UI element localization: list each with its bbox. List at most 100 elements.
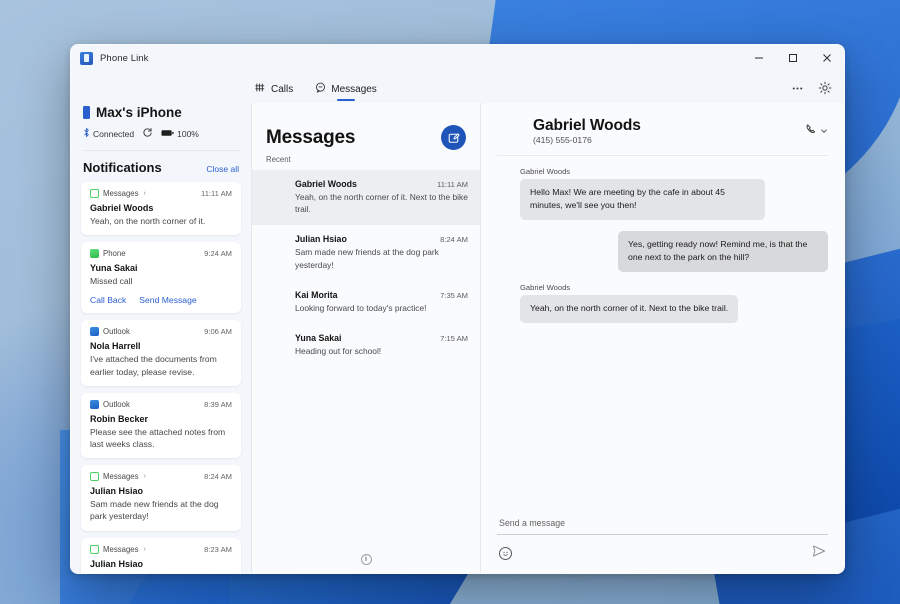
message-input[interactable]: Send a message <box>497 512 828 535</box>
notification-card[interactable]: Outlook 8:39 AM Robin Becker Please see … <box>81 393 241 458</box>
new-message-button[interactable] <box>441 125 466 150</box>
close-all-link[interactable]: Close all <box>206 164 239 174</box>
tab-calls-label: Calls <box>271 84 293 95</box>
notification-text: Missed call <box>90 275 232 287</box>
notification-app-name: Messages <box>103 472 139 481</box>
list-item[interactable]: Julian Hsiao 8:24 AM Sam made new friend… <box>252 225 480 280</box>
messages-list-panel: Messages Recent Gabriel Woods <box>251 103 481 573</box>
conversation-name: Kai Morita <box>295 290 338 300</box>
notification-text: Sam made new friends at the dog park yes… <box>90 498 232 522</box>
notification-time: 9:24 AM <box>204 249 232 258</box>
more-options-icon[interactable] <box>784 76 810 100</box>
message-bubble: Yes, getting ready now! Remind me, is th… <box>618 231 828 272</box>
conversation-name: Julian Hsiao <box>295 234 347 244</box>
avatar <box>264 290 286 312</box>
conversation-time: 8:24 AM <box>434 235 468 244</box>
active-tab-indicator <box>337 99 355 102</box>
notification-time: 8:23 AM <box>204 545 232 554</box>
window-title: Phone Link <box>100 53 149 64</box>
messages-app-icon <box>90 189 99 198</box>
notification-sender: Robin Becker <box>90 414 232 424</box>
message-thread: Gabriel Woods Hello Max! We are meeting … <box>481 156 844 512</box>
notification-sender: Julian Hsiao <box>90 486 232 496</box>
messages-panel-header: Messages <box>252 103 480 150</box>
tab-calls[interactable]: Calls <box>251 80 297 101</box>
battery-status: 100% <box>161 129 199 139</box>
battery-percent-label: 100% <box>177 129 199 139</box>
conversation-preview: Sam made new friends at the dog park yes… <box>295 246 468 270</box>
notification-sender: Nola Harrell <box>90 341 232 351</box>
notification-card[interactable]: Messages › 8:24 AM Julian Hsiao Sam made… <box>81 465 241 530</box>
calls-keypad-icon <box>255 82 266 96</box>
notification-card[interactable]: Messages › 8:23 AM Julian Hsiao Thanks f… <box>81 538 241 573</box>
avatar <box>264 333 286 355</box>
conversation-time: 7:35 AM <box>434 291 468 300</box>
notification-app-name: Phone <box>103 249 126 258</box>
recent-section-label: Recent <box>252 150 480 170</box>
chevron-right-icon: › <box>144 473 146 480</box>
notification-card[interactable]: Messages › 11:11 AM Gabriel Woods Yeah, … <box>81 182 241 235</box>
gear-icon[interactable] <box>812 76 838 100</box>
avatar <box>495 117 523 145</box>
notification-time: 8:24 AM <box>204 472 232 481</box>
avatar <box>264 179 286 201</box>
avatar <box>264 234 286 256</box>
maximize-button[interactable] <box>776 45 810 71</box>
conversation-header: Gabriel Woods (415) 555-0176 <box>481 103 844 155</box>
list-item[interactable]: Gabriel Woods 11:11 AM Yeah, on the nort… <box>252 170 480 225</box>
message-sender: Gabriel Woods <box>520 167 765 176</box>
messages-panel-footer: i <box>252 545 480 573</box>
message-bubble: Yeah, on the north corner of it. Next to… <box>520 295 738 323</box>
notifications-list[interactable]: Messages › 11:11 AM Gabriel Woods Yeah, … <box>71 182 251 573</box>
conversation-name: Yuna Sakai <box>295 333 341 343</box>
notification-text: Yeah, on the north corner of it. <box>90 215 232 227</box>
notification-app-name: Outlook <box>103 400 130 409</box>
battery-icon <box>161 129 174 139</box>
notification-card[interactable]: Outlook 9:06 AM Nola Harrell I've attach… <box>81 320 241 385</box>
bluetooth-status: Connected <box>83 127 134 140</box>
notification-app-name: Outlook <box>103 327 130 336</box>
phone-device-icon <box>83 106 90 119</box>
notification-card[interactable]: Phone 9:24 AM Yuna Sakai Missed call Cal… <box>81 242 241 313</box>
refresh-icon[interactable] <box>142 127 153 140</box>
top-navigation-bar: Calls Messages <box>71 71 844 103</box>
send-icon[interactable] <box>812 544 826 563</box>
conversation-preview: Yeah, on the north corner of it. Next to… <box>295 191 468 215</box>
page-title: Messages <box>266 127 355 149</box>
phone-handset-icon <box>805 122 817 140</box>
conversation-time: 11:11 AM <box>431 180 468 189</box>
call-back-button[interactable]: Call Back <box>90 295 126 305</box>
device-name-row: Max's iPhone <box>83 105 239 120</box>
list-item[interactable]: Yuna Sakai 7:15 AM Heading out for schoo… <box>252 324 480 367</box>
conversation-time: 7:15 AM <box>434 334 468 343</box>
bluetooth-icon <box>83 127 90 140</box>
phone-link-icon <box>80 52 93 65</box>
messages-app-icon <box>90 472 99 481</box>
tab-list: Calls Messages <box>251 80 381 103</box>
send-message-button[interactable]: Send Message <box>139 295 196 305</box>
contact-phone-number: (415) 555-0176 <box>533 135 641 145</box>
emoji-icon[interactable] <box>499 547 512 560</box>
title-bar: Phone Link <box>71 45 844 71</box>
info-icon[interactable]: i <box>361 554 372 565</box>
device-sidebar: Max's iPhone Connected <box>71 103 251 573</box>
phone-link-window: Phone Link <box>70 44 845 574</box>
notification-time: 9:06 AM <box>204 327 232 336</box>
conversation-list[interactable]: Gabriel Woods 11:11 AM Yeah, on the nort… <box>252 170 480 545</box>
conversation-preview: Heading out for school! <box>295 345 468 357</box>
close-button[interactable] <box>810 45 844 71</box>
notification-sender: Gabriel Woods <box>90 203 232 213</box>
avatar <box>495 176 512 193</box>
device-summary: Max's iPhone Connected <box>71 103 251 140</box>
notifications-title: Notifications <box>83 160 162 175</box>
call-button[interactable] <box>805 122 828 140</box>
notification-app-name: Messages <box>103 189 139 198</box>
tab-messages[interactable]: Messages <box>311 80 381 101</box>
minimize-button[interactable] <box>742 45 776 71</box>
notification-text: Please see the attached notes from last … <box>90 426 232 450</box>
notifications-header: Notifications Close all <box>71 151 251 182</box>
list-item[interactable]: Kai Morita 7:35 AM Looking forward to to… <box>252 281 480 324</box>
conversation-panel: Gabriel Woods (415) 555-0176 <box>481 103 844 573</box>
notification-sender: Julian Hsiao <box>90 559 232 569</box>
notification-text: Thanks for the park recommendation! <box>90 571 232 573</box>
